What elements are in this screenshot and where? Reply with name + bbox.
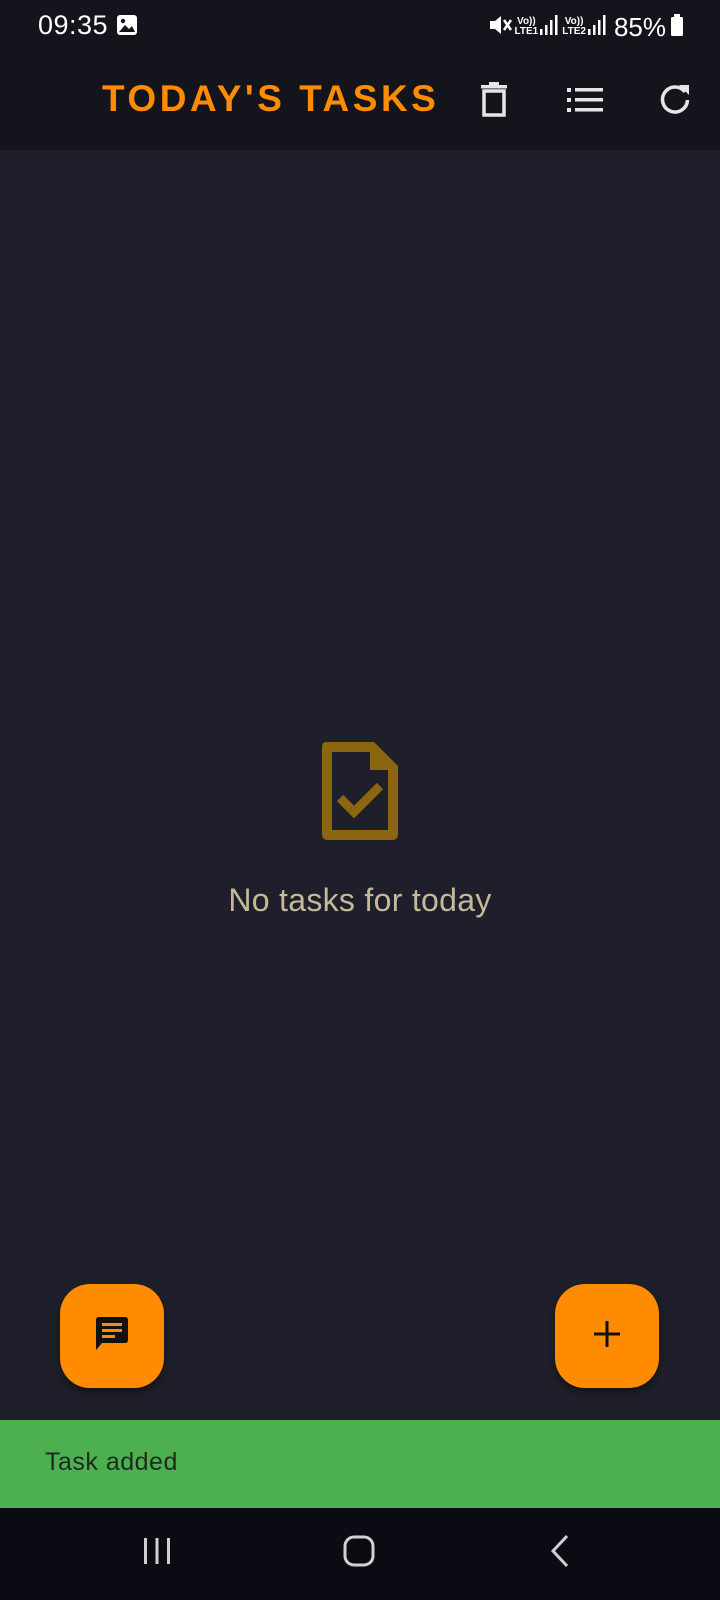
message-button[interactable] [60, 1284, 164, 1388]
system-nav-bar [0, 1508, 720, 1600]
app-bar: TODAY'S TASKS [0, 54, 720, 150]
refresh-button[interactable] [647, 74, 703, 130]
home-icon [343, 1535, 375, 1572]
add-icon [592, 1319, 622, 1354]
signal-icon [586, 13, 608, 42]
message-icon [92, 1314, 132, 1359]
refresh-icon [658, 83, 692, 122]
mute-icon [487, 12, 513, 43]
back-icon [549, 1534, 571, 1573]
status-bar: 09:35 Vo)) LTE1 Vo)) LTE2 85% [0, 0, 720, 54]
home-button[interactable] [329, 1528, 389, 1578]
battery-icon [670, 13, 684, 42]
back-button[interactable] [530, 1528, 590, 1578]
sim2-indicator: Vo)) LTE2 [562, 17, 586, 37]
list-icon [567, 87, 603, 118]
snackbar: Task added [0, 1420, 720, 1508]
recents-button[interactable] [127, 1528, 187, 1578]
delete-icon [479, 81, 509, 123]
task-list-button[interactable] [557, 74, 613, 130]
page-title: TODAY'S TASKS [102, 78, 440, 119]
snackbar-message: Task added [45, 1448, 178, 1476]
gallery-icon [116, 14, 138, 36]
empty-state-message: No tasks for today [228, 882, 492, 918]
battery-percent: 85% [613, 11, 666, 42]
sim1-indicator: Vo)) LTE1 [515, 17, 539, 37]
status-indicators: Vo)) LTE1 Vo)) LTE2 85% [487, 10, 684, 44]
signal-icon [538, 13, 560, 42]
delete-all-button[interactable] [466, 74, 522, 130]
sim2-lte-label: LTE2 [562, 26, 586, 37]
add-task-button[interactable] [555, 1284, 659, 1388]
status-time: 09:35 [38, 10, 109, 40]
task-done-icon [318, 738, 402, 844]
app-screen: 09:35 Vo)) LTE1 Vo)) LTE2 85% TODAY'S TA… [0, 0, 720, 1600]
recents-icon [141, 1536, 173, 1571]
sim1-lte-label: LTE1 [514, 26, 539, 37]
